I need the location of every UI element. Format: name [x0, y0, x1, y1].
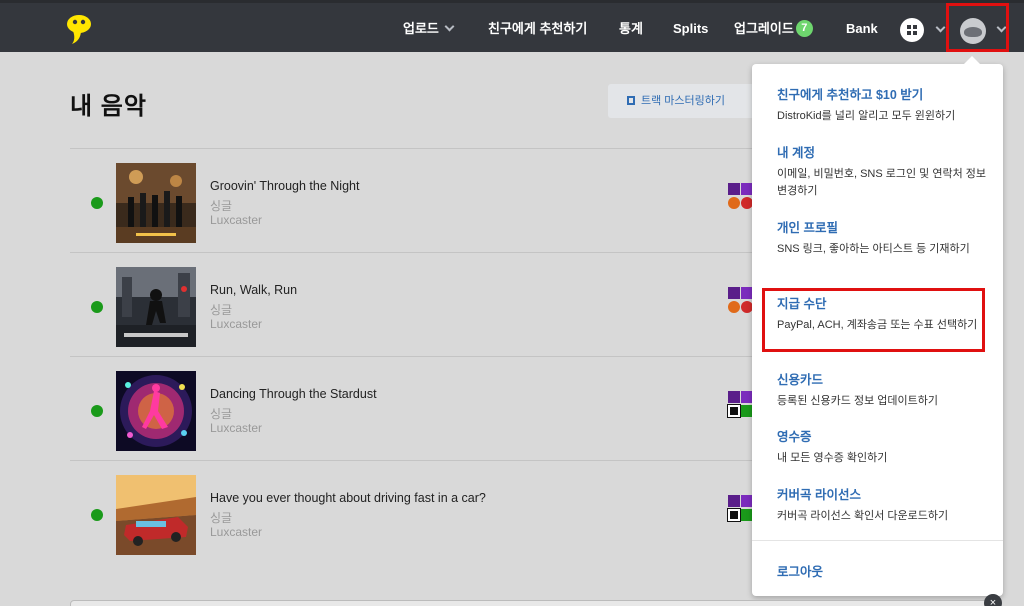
store-icon [728, 197, 740, 209]
grid-icon [907, 31, 911, 35]
menu-item-profile[interactable]: 개인 프로필 SNS 링크, 좋아하는 아티스트 등 기재하기 [777, 217, 987, 258]
menu-divider [752, 540, 1003, 541]
apps-grid-button[interactable] [900, 18, 924, 42]
menu-item-desc: 커버곡 라이선스 확인서 다운로드하기 [777, 510, 949, 522]
nav-upload[interactable]: 업로드 [403, 3, 455, 55]
menu-item-desc: DistroKid를 널리 알리고 모두 윈윈하기 [777, 110, 956, 122]
track-title[interactable]: Dancing Through the Stardust [210, 387, 377, 401]
close-icon[interactable]: × [984, 594, 1002, 606]
track-type: 싱글 [210, 199, 233, 213]
track-title[interactable]: Groovin' Through the Night [210, 179, 359, 193]
grid-icon [913, 31, 917, 35]
chevron-down-icon [444, 21, 455, 32]
status-live-icon [91, 301, 103, 313]
track-row[interactable]: Have you ever thought about driving fast… [70, 460, 760, 564]
avatar-highlight-box [946, 3, 1009, 52]
nav-upgrade[interactable]: 업그레이드 7 [734, 3, 813, 55]
store-icon [728, 301, 740, 313]
menu-item-title[interactable]: 영수증 [777, 426, 987, 445]
track-artist: Luxcaster [210, 213, 263, 227]
menu-item-desc: 내 모든 영수증 확인하기 [777, 452, 888, 464]
menu-item-desc: 등록된 신용카드 정보 업데이트하기 [777, 395, 938, 407]
track-type: 싱글 [210, 511, 233, 525]
status-live-icon [91, 405, 103, 417]
store-icon [727, 508, 741, 522]
store-icon [728, 183, 740, 195]
upgrade-count-badge: 7 [795, 20, 813, 38]
track-artist: Luxcaster [210, 421, 263, 435]
track-title[interactable]: Have you ever thought about driving fast… [210, 491, 486, 505]
master-track-button[interactable]: 트랙 마스터링하기 [608, 84, 758, 118]
menu-item-desc: 이메일, 비밀번호, SNS 로그인 및 연락처 정보 변경하기 [777, 168, 986, 197]
nav-stats[interactable]: 통계 [619, 3, 643, 55]
page-title: 내 음악 [70, 93, 147, 120]
logout-link[interactable]: 로그아웃 [777, 561, 823, 580]
bottom-bar [70, 600, 1000, 606]
store-icon [727, 404, 741, 418]
nav-bank[interactable]: Bank [846, 3, 878, 55]
album-art[interactable] [116, 163, 196, 243]
store-icon [728, 495, 740, 507]
status-live-icon [91, 197, 103, 209]
menu-item-title[interactable]: 신용카드 [777, 369, 987, 388]
menu-item-receipts[interactable]: 영수증 내 모든 영수증 확인하기 [777, 426, 987, 467]
track-row[interactable]: Run, Walk, Run 싱글 Luxcaster [70, 252, 760, 356]
store-icon [728, 391, 740, 403]
album-art[interactable] [116, 267, 196, 347]
nav-upgrade-label: 업그레이드 [734, 21, 794, 36]
document-icon [627, 96, 635, 105]
track-row[interactable]: Dancing Through the Stardust 싱글 Luxcaste… [70, 356, 760, 460]
track-artist: Luxcaster [210, 525, 263, 539]
chevron-down-icon[interactable] [935, 22, 946, 33]
store-icon [728, 287, 740, 299]
track-type: 싱글 [210, 303, 233, 317]
status-live-icon [91, 509, 103, 521]
album-art[interactable] [116, 475, 196, 555]
album-art[interactable] [116, 371, 196, 451]
menu-item-title[interactable]: 커버곡 라이선스 [777, 484, 987, 503]
top-nav: 업로드 친구에게 추천하기 통계 Splits 업그레이드 7 Bank [0, 0, 1024, 52]
menu-item-cover-license[interactable]: 커버곡 라이선스 커버곡 라이선스 확인서 다운로드하기 [777, 484, 987, 525]
grid-icon [907, 25, 911, 29]
menu-item-desc: SNS 링크, 좋아하는 아티스트 등 기재하기 [777, 243, 970, 255]
track-list: Groovin' Through the Night 싱글 Luxcaster [70, 148, 760, 564]
track-title[interactable]: Run, Walk, Run [210, 283, 297, 297]
menu-item-refer[interactable]: 친구에게 추천하고 $10 받기 DistroKid를 널리 알리고 모두 윈윈… [777, 84, 987, 125]
track-artist: Luxcaster [210, 317, 263, 331]
master-track-label: 트랙 마스터링하기 [641, 95, 726, 107]
distrokid-logo[interactable] [64, 13, 94, 45]
menu-item-title[interactable]: 개인 프로필 [777, 217, 987, 236]
menu-item-title[interactable]: 친구에게 추천하고 $10 받기 [777, 84, 987, 103]
nav-splits[interactable]: Splits [673, 3, 708, 55]
menu-item-account[interactable]: 내 계정 이메일, 비밀번호, SNS 로그인 및 연락처 정보 변경하기 [777, 142, 987, 200]
track-row[interactable]: Groovin' Through the Night 싱글 Luxcaster [70, 148, 760, 252]
nav-upload-label: 업로드 [403, 21, 439, 36]
menu-item-title[interactable]: 내 계정 [777, 142, 987, 161]
nav-refer[interactable]: 친구에게 추천하기 [488, 3, 587, 55]
payment-method-highlight-box [762, 288, 985, 352]
grid-icon [913, 25, 917, 29]
menu-item-credit-card[interactable]: 신용카드 등록된 신용카드 정보 업데이트하기 [777, 369, 987, 410]
track-type: 싱글 [210, 407, 233, 421]
